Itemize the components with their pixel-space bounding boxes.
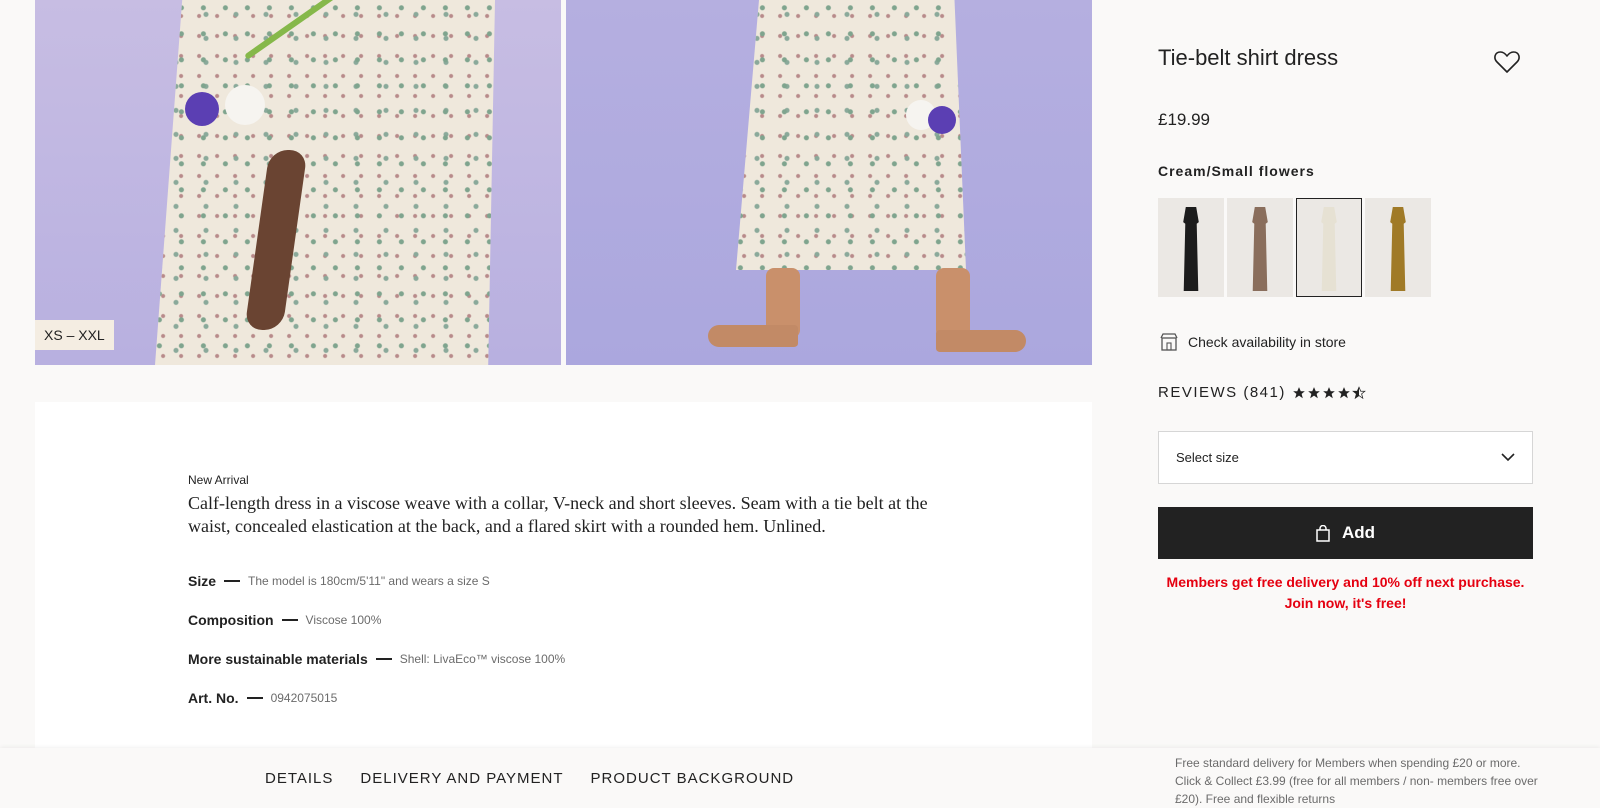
promo-line-1: Members get free delivery and 10% off ne… (1166, 574, 1525, 590)
tab-details[interactable]: DETAILS (265, 770, 333, 787)
spec-label: More sustainable materials (188, 651, 368, 667)
spec-label: Composition (188, 612, 274, 628)
store-icon (1160, 333, 1178, 351)
star-full-icon (1338, 386, 1350, 398)
promo-line-2: Join now, it's free! (1284, 595, 1407, 611)
color-swatch-selected[interactable] (1296, 198, 1362, 297)
flower-graphic (928, 106, 956, 134)
spec-dash (224, 580, 241, 582)
product-title: Tie-belt shirt dress (1158, 45, 1339, 70)
swatch-dress-graphic (1183, 207, 1199, 291)
spec-value: Viscose 100% (305, 613, 382, 627)
product-image-1[interactable] (35, 0, 561, 365)
dress-graphic (736, 0, 966, 270)
spec-article-number: Art. No. 0942075015 (188, 690, 337, 706)
star-full-icon (1293, 386, 1305, 398)
tab-delivery-and-payment[interactable]: DELIVERY AND PAYMENT (360, 770, 563, 787)
spec-label: Art. No. (188, 690, 239, 706)
spec-value: 0942075015 (270, 691, 338, 705)
star-full-icon (1323, 386, 1335, 398)
flower-graphic (185, 92, 219, 126)
check-store-link[interactable]: Check availability in store (1160, 333, 1346, 351)
star-half-icon (1351, 385, 1366, 399)
leg-graphic (936, 268, 970, 338)
swatch-dress-graphic (1252, 207, 1268, 291)
product-image-2[interactable] (566, 0, 1092, 365)
star-full-icon (1308, 386, 1320, 398)
check-store-label: Check availability in store (1188, 334, 1346, 350)
foot-graphic (936, 330, 1026, 352)
new-arrival-tag: New Arrival (188, 473, 249, 487)
add-to-bag-button[interactable]: Add (1158, 507, 1533, 559)
description-text: Calf-length dress in a viscose weave wit… (188, 493, 928, 536)
spec-value: Shell: LivaEco™ viscose 100% (399, 652, 566, 666)
description-panel: New Arrival Calf-length dress in a visco… (35, 402, 1092, 748)
spec-dash (246, 697, 263, 699)
spec-value: The model is 180cm/5'11" and wears a siz… (248, 574, 490, 588)
color-swatches (1158, 198, 1431, 297)
size-select[interactable]: Select size (1158, 431, 1533, 484)
shopping-bag-icon (1316, 524, 1330, 542)
tab-product-background[interactable]: PRODUCT BACKGROUND (591, 770, 795, 787)
product-price: £19.99 (1158, 110, 1210, 129)
swatch-dress-graphic (1390, 207, 1406, 291)
foot-graphic (708, 325, 798, 347)
color-swatch[interactable] (1158, 198, 1224, 297)
spec-dash (281, 619, 298, 621)
color-swatch[interactable] (1227, 198, 1293, 297)
spec-composition: Composition Viscose 100% (188, 612, 381, 628)
spec-size: Size The model is 180cm/5'11" and wears … (188, 573, 490, 589)
dress-graphic (155, 0, 495, 365)
spec-label: Size (188, 573, 217, 589)
size-range-badge: XS – XXL (35, 320, 114, 350)
spec-sustainable-materials: More sustainable materials Shell: LivaEc… (188, 651, 565, 667)
add-button-label: Add (1341, 523, 1376, 542)
rating-stars (1292, 385, 1366, 400)
delivery-note: Free standard delivery for Members when … (1175, 756, 1538, 806)
color-swatch[interactable] (1365, 198, 1431, 297)
flower-graphic (225, 85, 265, 125)
reviews-label: REVIEWS (841) (1158, 384, 1286, 401)
swatch-dress-graphic (1321, 207, 1337, 291)
size-select-label: Select size (1176, 450, 1239, 465)
selected-color-name: Cream/Small flowers (1158, 163, 1315, 179)
member-promo-link[interactable]: Members get free delivery and 10% off ne… (1158, 572, 1533, 614)
spec-dash (375, 658, 392, 660)
heart-icon[interactable] (1493, 48, 1521, 76)
info-tabs: DETAILS DELIVERY AND PAYMENT PRODUCT BAC… (265, 770, 794, 787)
reviews-link[interactable]: REVIEWS (841) (1158, 384, 1366, 401)
bottom-info-bar: DETAILS DELIVERY AND PAYMENT PRODUCT BAC… (0, 748, 1600, 808)
chevron-down-icon (1501, 453, 1515, 462)
